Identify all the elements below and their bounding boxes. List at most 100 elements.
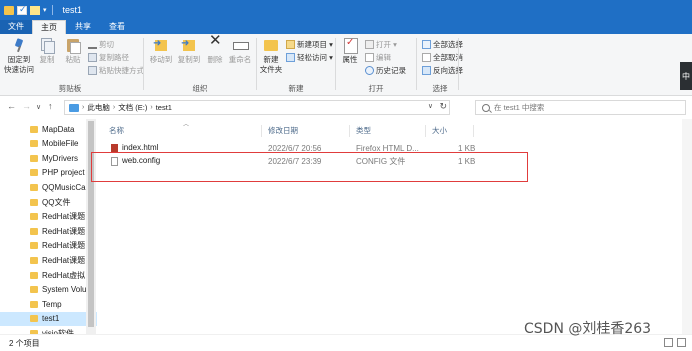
tab-view[interactable]: 查看 xyxy=(100,20,134,34)
delete-button[interactable]: 删除 xyxy=(203,36,227,65)
select-all-button[interactable]: 全部选择 xyxy=(422,39,463,50)
column-divider[interactable] xyxy=(425,125,426,137)
breadcrumb-separator-icon[interactable]: › xyxy=(82,104,84,111)
sidebar-item[interactable]: RedHat课题 xyxy=(0,253,97,267)
sidebar-item[interactable]: MyDrivers xyxy=(0,151,97,165)
large-icons-view-icon[interactable] xyxy=(677,338,686,347)
pin-quick-access-button[interactable]: 固定到 快速访问 xyxy=(4,37,34,75)
sidebar-item[interactable]: RedHat课题 xyxy=(0,224,97,238)
sidebar-item[interactable]: RedHat课题 xyxy=(0,210,97,224)
paste-shortcut-label: 粘贴快捷方式 xyxy=(99,66,144,75)
history-icon xyxy=(365,66,374,75)
open-icon xyxy=(365,40,374,49)
select-group-label: 选择 xyxy=(432,84,448,93)
forward-arrow-icon[interactable]: → xyxy=(22,101,31,111)
column-divider[interactable] xyxy=(349,125,350,137)
column-divider[interactable] xyxy=(473,125,474,137)
open-button[interactable]: 打开 ▾ xyxy=(365,39,397,50)
details-view-icon[interactable] xyxy=(664,338,673,347)
invert-selection-button[interactable]: 反向选择 xyxy=(422,65,463,76)
sidebar-item[interactable]: QQ文件 xyxy=(0,195,97,209)
breadcrumb-this-pc[interactable]: 此电脑 xyxy=(87,102,110,113)
delete-label: 删除 xyxy=(207,55,223,64)
side-tab[interactable]: 中 xyxy=(680,62,692,90)
open-label: 打开 ▾ xyxy=(376,40,397,49)
column-header-size[interactable]: 大小 xyxy=(432,125,447,136)
properties-icon xyxy=(342,37,358,54)
new-item-button[interactable]: 新建项目 ▾ xyxy=(286,39,333,50)
select-none-button[interactable]: 全部取消 xyxy=(422,52,463,63)
breadcrumb-separator-icon[interactable]: › xyxy=(150,104,152,111)
tab-home[interactable]: 主页 xyxy=(32,20,66,34)
folder-icon xyxy=(30,169,38,177)
sidebar-item[interactable]: test1 xyxy=(0,311,97,326)
invert-selection-icon xyxy=(422,66,431,75)
folder-icon xyxy=(30,154,38,162)
customize-toolbar-icon[interactable]: ▾ xyxy=(43,6,47,14)
search-input[interactable]: 在 test1 中搜索 xyxy=(475,100,686,115)
breadcrumb-test1[interactable]: test1 xyxy=(156,103,172,112)
breadcrumb-drive-e[interactable]: 文档 (E:) xyxy=(118,102,147,113)
quick-access-toolbar: ▾ xyxy=(0,4,55,15)
ribbon-divider xyxy=(335,38,336,90)
item-count: 2 个项目 xyxy=(9,339,40,348)
folder-icon xyxy=(30,256,38,264)
breadcrumb-separator-icon[interactable]: › xyxy=(113,104,115,111)
properties-button[interactable]: 属性 xyxy=(339,37,361,65)
recent-locations-chevron-icon[interactable]: ∨ xyxy=(36,103,41,111)
rename-icon xyxy=(232,37,249,53)
cut-button[interactable]: 剪切 xyxy=(88,39,114,50)
column-divider[interactable] xyxy=(261,125,262,137)
clipboard-group-label: 剪贴板 xyxy=(58,84,82,93)
sidebar-item[interactable]: MapData xyxy=(0,122,97,136)
copy-to-button[interactable]: 复制到 xyxy=(177,37,201,65)
ribbon-divider xyxy=(416,38,417,90)
back-arrow-icon[interactable]: ← xyxy=(7,101,16,111)
sidebar-item[interactable]: Temp xyxy=(0,297,97,311)
address-bar[interactable]: › 此电脑 › 文档 (E:) › test1 ∨ ↻ xyxy=(64,100,450,115)
sidebar-item-label: RedHat课题 xyxy=(42,255,86,265)
column-header-type[interactable]: 类型 xyxy=(356,125,371,136)
properties-label: 属性 xyxy=(342,55,358,64)
column-header-date[interactable]: 修改日期 xyxy=(268,125,298,136)
new-item-icon xyxy=(286,40,295,49)
sidebar-item[interactable]: RedHat课题 xyxy=(0,239,97,253)
select-group: 全部选择 全部取消 反向选择 选择 xyxy=(418,34,463,96)
sidebar-item[interactable]: visio软件 xyxy=(0,326,97,334)
ribbon-divider xyxy=(458,38,459,90)
paste-shortcut-button[interactable]: 粘贴快捷方式 xyxy=(88,65,144,76)
up-arrow-icon[interactable]: ↑ xyxy=(48,101,53,111)
easy-access-button[interactable]: 轻松访问 ▾ xyxy=(286,52,333,63)
select-none-icon xyxy=(422,53,431,62)
rename-button[interactable]: 重命名 xyxy=(227,37,253,65)
tab-file[interactable]: 文件 xyxy=(0,20,32,34)
sidebar-item-label: Temp xyxy=(42,299,62,309)
move-to-button[interactable]: 移动到 xyxy=(149,37,173,65)
rename-label: 重命名 xyxy=(228,55,252,64)
folder-icon xyxy=(30,315,38,323)
edit-button[interactable]: 编辑 xyxy=(365,52,391,63)
content-scrollbar[interactable] xyxy=(682,119,692,334)
move-to-icon xyxy=(153,37,169,53)
new-folder-quick-icon[interactable] xyxy=(30,5,40,15)
history-button[interactable]: 历史记录 xyxy=(365,65,406,76)
address-dropdown-icon[interactable]: ∨ xyxy=(428,102,433,110)
properties-quick-icon[interactable] xyxy=(17,4,27,15)
sidebar-item[interactable]: QQMusicCac xyxy=(0,180,97,194)
paste-button[interactable]: 粘贴 xyxy=(62,37,84,65)
sidebar-item[interactable]: PHP project xyxy=(0,166,97,180)
copy-path-button[interactable]: 复制路径 xyxy=(88,52,129,63)
sidebar-item[interactable]: System Volu xyxy=(0,283,97,297)
paste-label: 粘贴 xyxy=(65,55,81,64)
pin-icon xyxy=(11,37,27,53)
column-header-name[interactable]: 名称 xyxy=(109,125,124,136)
folder-icon xyxy=(30,227,38,235)
new-folder-button[interactable]: 新建 文件夹 xyxy=(259,37,283,75)
new-group-label: 新建 xyxy=(288,84,304,93)
sidebar-item[interactable]: RedHat虚拟 xyxy=(0,268,97,282)
search-icon xyxy=(482,103,490,112)
refresh-icon[interactable]: ↻ xyxy=(439,101,447,112)
sidebar-item[interactable]: MobileFile xyxy=(0,137,97,151)
tab-share[interactable]: 共享 xyxy=(66,20,100,34)
copy-button[interactable]: 复制 xyxy=(36,37,58,65)
